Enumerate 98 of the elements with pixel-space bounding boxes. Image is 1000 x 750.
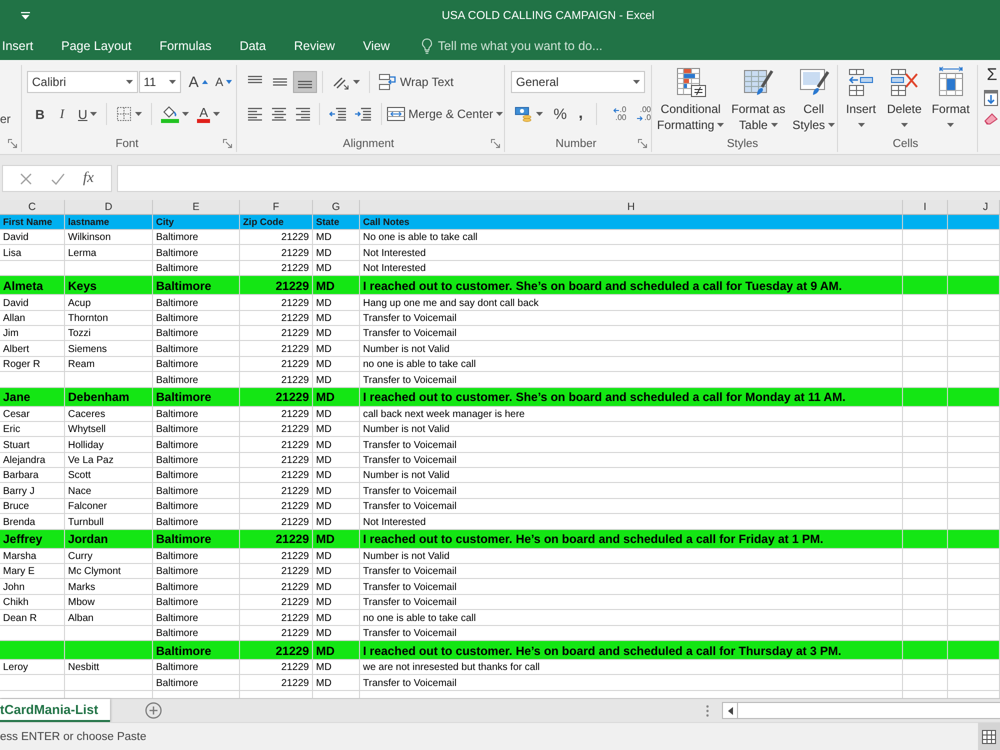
comma-style-button[interactable]: , — [570, 103, 591, 125]
caret-icon[interactable] — [633, 80, 640, 84]
paint-bucket-icon — [161, 105, 180, 123]
dialog-launcher-icon[interactable] — [8, 139, 17, 148]
caret-icon[interactable] — [135, 112, 142, 116]
ribbon-tab[interactable]: Review — [280, 33, 349, 59]
scroll-left-button[interactable] — [722, 702, 738, 719]
caret-icon[interactable] — [947, 123, 954, 127]
increase-decimal-button[interactable]: .0 .00 — [604, 103, 626, 125]
underline-button[interactable]: U — [74, 103, 102, 125]
column-header[interactable]: C — [0, 200, 65, 215]
format-cells-button[interactable]: Format — [928, 65, 973, 135]
ribbon-tab[interactable]: View — [348, 33, 404, 59]
conditional-formatting-icon[interactable] — [674, 66, 707, 98]
group-label: Styles — [726, 138, 758, 150]
dialog-launcher-icon[interactable] — [223, 139, 232, 148]
bold-button[interactable]: B — [30, 103, 50, 125]
column-header[interactable]: G — [313, 200, 360, 215]
caret-icon[interactable] — [717, 123, 724, 127]
caret-icon[interactable] — [90, 112, 98, 116]
vertical-dots-icon — [706, 704, 709, 716]
ribbon-tab[interactable]: Formulas — [145, 33, 226, 59]
ribbon-button-label[interactable]: er — [0, 112, 21, 126]
merge-cells-icon — [387, 106, 406, 122]
formula-input[interactable] — [117, 165, 1000, 192]
caret-icon[interactable] — [536, 112, 543, 116]
group-label: Alignment — [342, 138, 394, 150]
caret-icon[interactable] — [213, 112, 220, 116]
caret-icon[interactable] — [168, 80, 176, 84]
group-label: Font — [115, 138, 138, 150]
check-icon[interactable] — [50, 172, 65, 184]
wrap-text-button[interactable]: Wrap Text — [375, 71, 458, 93]
money-icon — [514, 106, 533, 122]
status-message: ess ENTER or choose Paste — [0, 730, 146, 742]
window-title: USA COLD CALLING CAMPAIGN - Excel — [442, 10, 654, 22]
decrease-indent-icon — [328, 107, 347, 121]
grid-icon — [982, 730, 996, 744]
arrow-down-icon — [226, 80, 232, 84]
insert-cells-button[interactable]: Insert — [842, 65, 880, 135]
group-label: Cells — [892, 138, 918, 150]
customize-toolbar-icon[interactable] — [21, 12, 30, 20]
triangle-left-icon — [728, 706, 732, 714]
column-header[interactable]: I — [903, 200, 948, 215]
column-header[interactable]: H — [360, 200, 903, 215]
arrow-up-icon — [202, 80, 208, 84]
font-size-dropdown[interactable]: 11 — [138, 71, 181, 93]
tell-me-field[interactable]: Tell me what you want to do... — [438, 39, 628, 53]
column-header[interactable]: D — [65, 200, 153, 215]
autosum-button[interactable]: Σ — [984, 66, 1000, 83]
conditional-styles-button[interactable]: Conditional Formatting — [654, 65, 728, 135]
caret-icon[interactable] — [900, 123, 908, 127]
ribbon-tab[interactable]: Data — [226, 33, 280, 59]
cell-styles-button[interactable]: Cell Styles — [789, 65, 838, 135]
caret-icon[interactable] — [182, 112, 190, 116]
italic-button[interactable]: I — [52, 103, 72, 125]
lightbulb-icon — [420, 38, 433, 54]
borders-icon — [116, 106, 132, 122]
add-icon[interactable] — [145, 702, 162, 719]
merge-center-button[interactable]: Merge & Center — [386, 103, 504, 125]
wrap-text-icon — [379, 74, 397, 90]
caret-icon[interactable] — [496, 112, 504, 116]
caret-icon[interactable] — [828, 123, 836, 127]
cell-brush-icon[interactable] — [798, 66, 830, 98]
group-label: Number — [556, 138, 596, 150]
close-icon[interactable] — [20, 172, 32, 184]
arrow-left-icon — [612, 108, 619, 112]
ribbon-tab[interactable]: Page Layout — [47, 33, 146, 59]
eraser-icon[interactable] — [984, 113, 998, 125]
bottom-align-button[interactable] — [293, 71, 317, 93]
grow-font-button[interactable]: A — [184, 71, 212, 93]
arrow-right-icon — [637, 116, 644, 120]
column-header[interactable]: E — [153, 200, 240, 215]
caret-icon[interactable] — [858, 123, 864, 127]
font-name-dropdown[interactable]: Calibri — [27, 71, 138, 93]
increase-indent-icon — [354, 107, 372, 121]
caret-icon[interactable] — [353, 80, 360, 84]
align-left-icon — [246, 107, 263, 121]
percent-button[interactable]: % — [550, 103, 571, 125]
align-center-icon — [270, 107, 287, 121]
decrease-decimal-button[interactable]: .00 .0 — [629, 103, 651, 125]
ribbon-tab[interactable]: Insert — [0, 33, 48, 59]
dialog-launcher-icon[interactable] — [638, 139, 647, 148]
normal-view-button[interactable] — [978, 723, 1000, 750]
insert-function-button[interactable]: fx — [82, 170, 94, 187]
caret-icon[interactable] — [770, 123, 778, 127]
column-header[interactable]: J — [948, 200, 1000, 215]
font-color-button[interactable]: A — [193, 103, 224, 125]
delete-cells-button[interactable]: Delete — [884, 65, 925, 135]
align-right-icon — [294, 107, 311, 121]
dialog-launcher-icon[interactable] — [491, 139, 500, 148]
fill-down-icon[interactable] — [984, 90, 998, 106]
delete-cells-icon[interactable] — [888, 66, 920, 98]
caret-icon[interactable] — [126, 80, 133, 84]
sheet-tab[interactable]: tCardMania-List — [0, 699, 110, 722]
column-header[interactable]: F — [240, 200, 313, 215]
shrink-font-button[interactable]: A — [211, 71, 236, 93]
table-styles-button[interactable]: Format as Table — [728, 65, 788, 135]
number-format-dropdown[interactable]: General — [511, 71, 645, 93]
